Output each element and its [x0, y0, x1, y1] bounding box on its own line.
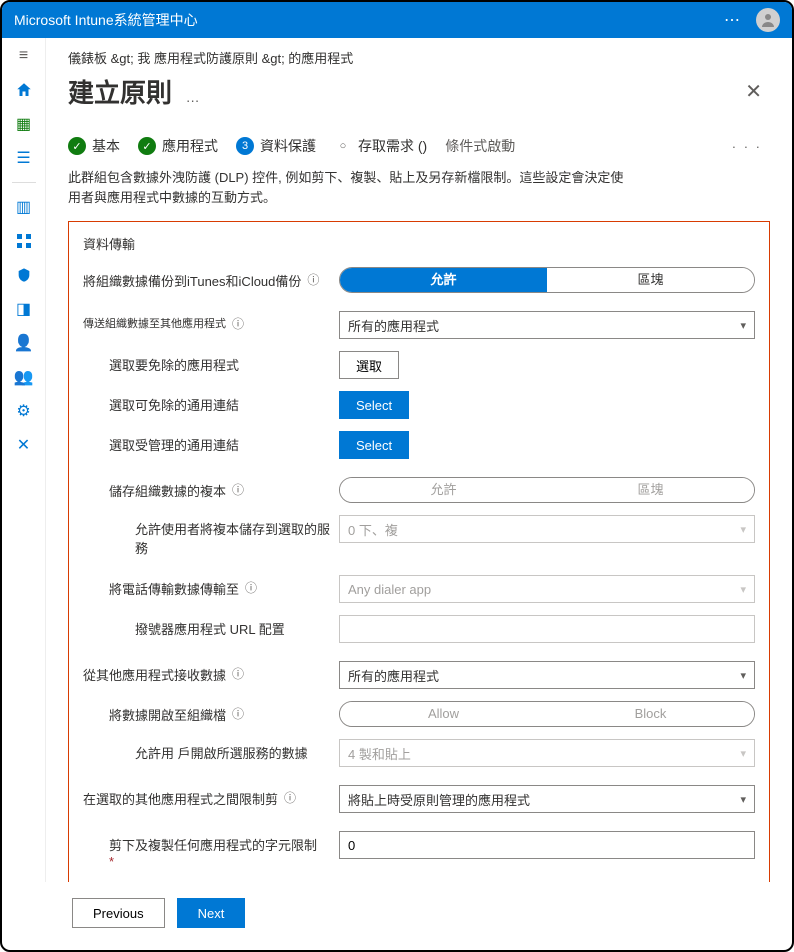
breadcrumb[interactable]: 儀錶板 &gt; 我 應用程式防護原則 &gt; 的應用程式	[68, 48, 770, 67]
select-exempt-links-button[interactable]: Select	[339, 391, 409, 419]
dropdown-telecom: Any dialer app▾	[339, 575, 755, 603]
dropdown-open-services: 4 製和貼上▾	[339, 739, 755, 767]
label-save-copies: 儲存組織數據的複本	[109, 481, 226, 500]
label-receive: 從其他應用程式接收數據	[83, 665, 226, 684]
chevron-down-icon: ▾	[740, 583, 746, 596]
step-basics[interactable]: 基本	[68, 136, 120, 156]
avatar[interactable]	[756, 8, 780, 32]
dropdown-send-to-other[interactable]: 所有的應用程式▾	[339, 311, 755, 339]
label-char-limit: 剪下及複製任何應用程式的字元限制*	[109, 835, 317, 869]
label-send-to-other: 傳送組織數據至其他應用程式	[83, 315, 226, 331]
divider	[12, 182, 36, 183]
chevron-down-icon: ▾	[740, 523, 746, 536]
step-conditional[interactable]: 條件式啟動	[445, 136, 515, 156]
toggle-open-allow: Allow	[340, 702, 547, 726]
input-dialer-url	[339, 615, 755, 643]
label-exempt-links: 選取可免除的通用連結	[109, 395, 239, 414]
chevron-down-icon: ▾	[740, 747, 746, 760]
security-icon[interactable]	[14, 265, 34, 285]
toggle-save-copies: 允許 區塊	[339, 477, 755, 503]
chevron-down-icon: ▾	[740, 669, 746, 682]
stepper-more-icon[interactable]: · · ·	[732, 139, 770, 154]
person-icon	[760, 12, 776, 28]
info-icon[interactable]: ⓘ	[245, 579, 257, 596]
home-icon[interactable]	[14, 80, 34, 100]
toggle-backup-allow[interactable]: 允許	[340, 268, 547, 292]
groups-icon[interactable]: 👥	[14, 367, 34, 387]
dropdown-receive[interactable]: 所有的應用程式▾	[339, 661, 755, 689]
page-subtitle-dots: …	[186, 89, 200, 105]
chevron-down-icon: ▾	[740, 319, 746, 332]
label-open-into-org: 將數據開啟至組織檔	[109, 705, 226, 724]
toggle-backup-block[interactable]: 區塊	[547, 268, 754, 292]
label-telecom: 將電話傳輸數據傳輸至	[109, 579, 239, 598]
step-apps[interactable]: 應用程式	[138, 136, 218, 156]
label-dialer-url: 撥號器應用程式 URL 配置	[135, 619, 285, 638]
input-char-limit[interactable]	[339, 831, 755, 859]
toggle-backup[interactable]: 允許 區塊	[339, 267, 755, 293]
next-button[interactable]: Next	[177, 898, 246, 928]
info-icon[interactable]: ⓘ	[232, 705, 244, 722]
label-exempt-apps: 選取要免除的應用程式	[109, 355, 239, 374]
menu-icon[interactable]: ≡	[14, 46, 34, 66]
footer: Previous Next	[2, 882, 792, 950]
highlight-box: 資料傳輸 將組織數據備份到iTunes和iCloud備份 ⓘ 允許 區塊 傳送組織…	[68, 221, 770, 882]
settings-icon[interactable]: ⚙	[14, 401, 34, 421]
section-header-data-transfer: 資料傳輸	[83, 234, 755, 253]
select-exempt-apps-button[interactable]: 選取	[339, 351, 399, 379]
titlebar: Microsoft Intune系統管理中心 ⋯	[2, 2, 792, 38]
chevron-down-icon: ▾	[740, 793, 746, 806]
apps-icon[interactable]	[14, 231, 34, 251]
devices-icon[interactable]: ▥	[14, 197, 34, 217]
reports-icon[interactable]: ◨	[14, 299, 34, 319]
label-restrict-ccp: 在選取的其他應用程式之間限制剪	[83, 789, 278, 808]
users-icon[interactable]: 👤	[14, 333, 34, 353]
app-title: Microsoft Intune系統管理中心	[14, 10, 198, 30]
titlebar-more-icon[interactable]: ⋯	[724, 10, 742, 30]
label-allow-open-services: 允許用 戶開啟所選服務的數據	[135, 743, 308, 762]
step-access[interactable]: 存取需求 ()	[334, 136, 427, 156]
toggle-save-copies-block: 區塊	[547, 478, 754, 502]
toggle-open-block: Block	[547, 702, 754, 726]
label-allow-save-services: 允許使用者將複本儲存到選取的服務	[135, 519, 339, 557]
step-data-protection[interactable]: 3資料保護	[236, 136, 316, 156]
dropdown-save-services: 0 下、複▾	[339, 515, 755, 543]
info-icon[interactable]: ⓘ	[232, 315, 244, 332]
dropdown-restrict-ccp[interactable]: 將貼上時受原則管理的應用程式▾	[339, 785, 755, 813]
dashboard-icon[interactable]: ▦	[14, 114, 34, 134]
select-managed-links-button[interactable]: Select	[339, 431, 409, 459]
sidebar: ≡ ▦ ☰ ▥ ◨ 👤 👥 ⚙ ✕	[2, 38, 46, 882]
label-managed-links: 選取受管理的通用連結	[109, 435, 239, 454]
list-icon[interactable]: ☰	[14, 148, 34, 168]
toggle-open-into-org: Allow Block	[339, 701, 755, 727]
main-content: 儀錶板 &gt; 我 應用程式防護原則 &gt; 的應用程式 建立原則 … ✕ …	[46, 38, 792, 882]
section-description: 此群組包含數據外洩防護 (DLP) 控件, 例如剪下、複製、貼上及另存新檔限制。…	[68, 168, 628, 207]
close-icon[interactable]: ✕	[737, 75, 770, 108]
tools-icon[interactable]: ✕	[14, 435, 34, 455]
stepper: 基本 應用程式 3資料保護 存取需求 () 條件式啟動 · · ·	[68, 136, 770, 156]
info-icon[interactable]: ⓘ	[232, 665, 244, 682]
label-backup: 將組織數據備份到iTunes和iCloud備份	[83, 271, 301, 290]
info-icon[interactable]: ⓘ	[232, 481, 244, 498]
info-icon[interactable]: ⓘ	[284, 789, 296, 806]
page-title: 建立原則	[68, 78, 172, 108]
previous-button[interactable]: Previous	[72, 898, 165, 928]
toggle-save-copies-allow: 允許	[340, 478, 547, 502]
info-icon[interactable]: ⓘ	[307, 271, 319, 288]
